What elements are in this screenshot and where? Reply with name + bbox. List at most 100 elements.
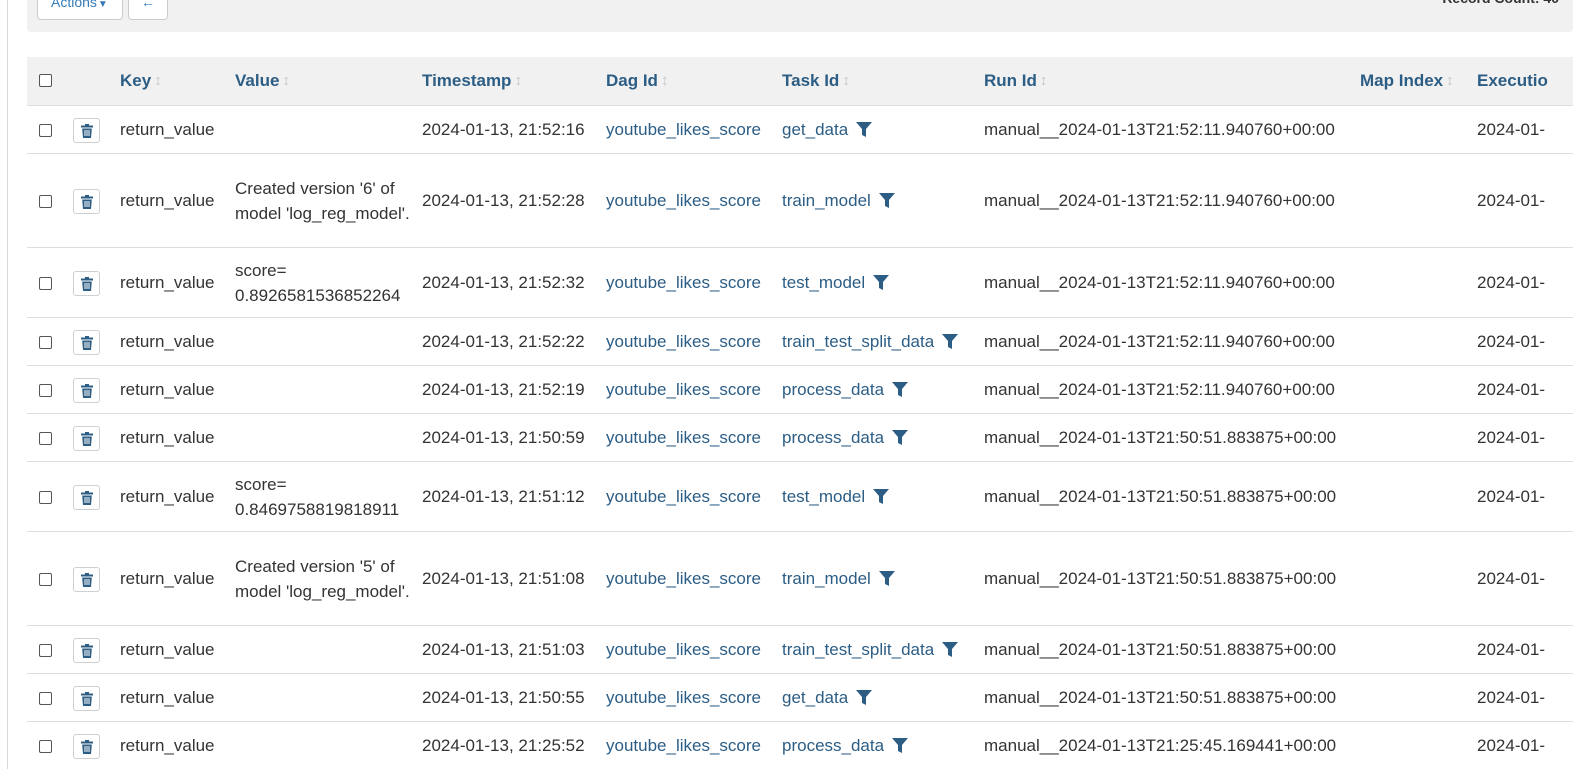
cell-dag-id[interactable]: youtube_likes_score xyxy=(606,532,761,625)
cell-value: score= 0.8469758819818911 xyxy=(235,462,410,531)
cell-key: return_value xyxy=(120,462,215,531)
cell-timestamp-text: 2024-01-13, 21:52:32 xyxy=(422,272,585,292)
cell-dag-id[interactable]: youtube_likes_score xyxy=(606,154,761,247)
cell-dag-id[interactable]: youtube_likes_score xyxy=(606,106,761,153)
trash-icon xyxy=(80,431,93,446)
row-checkbox[interactable] xyxy=(39,740,52,753)
cell-execution-date: 2024-01- xyxy=(1477,722,1545,769)
cell-timestamp-text: 2024-01-13, 21:25:52 xyxy=(422,735,585,755)
column-header-dag-id[interactable]: Dag Id ↕ xyxy=(606,57,668,105)
delete-record-button[interactable] xyxy=(73,118,100,143)
cell-value xyxy=(235,106,410,153)
column-header-map-index[interactable]: Map Index ↕ xyxy=(1360,57,1454,105)
delete-record-button[interactable] xyxy=(73,567,100,592)
filter-icon[interactable] xyxy=(942,333,959,350)
cell-key: return_value xyxy=(120,414,215,461)
filter-icon[interactable] xyxy=(856,689,873,706)
delete-record-button[interactable] xyxy=(73,638,100,663)
delete-record-button[interactable] xyxy=(73,485,100,510)
row-checkbox[interactable] xyxy=(39,336,52,349)
filter-icon[interactable] xyxy=(942,641,959,658)
cell-dag-id[interactable]: youtube_likes_score xyxy=(606,674,761,721)
row-checkbox[interactable] xyxy=(39,644,52,657)
row-checkbox[interactable] xyxy=(39,573,52,586)
row-checkbox[interactable] xyxy=(39,432,52,445)
actions-dropdown-button[interactable]: Actions▼ xyxy=(37,0,123,20)
trash-icon xyxy=(80,490,93,505)
cell-task-id[interactable]: train_model xyxy=(782,154,895,247)
filter-icon[interactable] xyxy=(873,274,890,291)
row-checkbox[interactable] xyxy=(39,384,52,397)
left-border xyxy=(7,0,8,769)
cell-run-id: manual__2024-01-13T21:52:11.940760+00:00 xyxy=(984,248,1335,317)
cell-run-id-text: manual__2024-01-13T21:52:11.940760+00:00 xyxy=(984,331,1335,351)
cell-key: return_value xyxy=(120,722,215,769)
column-header-task-id[interactable]: Task Id ↕ xyxy=(782,57,850,105)
select-all-checkbox[interactable] xyxy=(39,74,52,87)
column-header-value[interactable]: Value ↕ xyxy=(235,57,290,105)
column-header-label: Timestamp xyxy=(422,71,512,90)
cell-dag-id[interactable]: youtube_likes_score xyxy=(606,414,761,461)
cell-task-id[interactable]: train_model xyxy=(782,532,895,625)
cell-run-id: manual__2024-01-13T21:52:11.940760+00:00 xyxy=(984,366,1335,413)
column-header-label: Value xyxy=(235,71,280,90)
filter-icon[interactable] xyxy=(856,121,873,138)
cell-value-text: Created version '6' of model 'log_reg_mo… xyxy=(235,178,410,223)
delete-record-button[interactable] xyxy=(73,271,100,296)
delete-record-button[interactable] xyxy=(73,330,100,355)
cell-task-id[interactable]: get_data xyxy=(782,674,873,721)
row-checkbox[interactable] xyxy=(39,491,52,504)
cell-execution-date: 2024-01- xyxy=(1477,318,1545,365)
cell-task-id-text: train_model xyxy=(782,190,871,210)
column-header-key[interactable]: Key ↕ xyxy=(120,57,162,105)
cell-task-id[interactable]: train_test_split_data xyxy=(782,626,959,673)
row-checkbox[interactable] xyxy=(39,277,52,290)
cell-task-id[interactable]: test_model xyxy=(782,248,890,317)
cell-key-text: return_value xyxy=(120,568,215,588)
filter-icon[interactable] xyxy=(892,381,909,398)
filter-icon[interactable] xyxy=(892,737,909,754)
cell-timestamp-text: 2024-01-13, 21:52:28 xyxy=(422,190,585,210)
cell-task-id[interactable]: process_data xyxy=(782,366,909,413)
delete-record-button[interactable] xyxy=(73,734,100,759)
column-header-execution-date[interactable]: Executio xyxy=(1477,57,1548,105)
cell-dag-id[interactable]: youtube_likes_score xyxy=(606,722,761,769)
table-row: return_value score= 0.8926581536852264 202… xyxy=(27,248,1573,318)
cell-dag-id[interactable]: youtube_likes_score xyxy=(606,626,761,673)
column-header-run-id[interactable]: Run Id ↕ xyxy=(984,57,1047,105)
cell-run-id-text: manual__2024-01-13T21:52:11.940760+00:00 xyxy=(984,379,1335,399)
cell-task-id[interactable]: process_data xyxy=(782,722,909,769)
row-checkbox[interactable] xyxy=(39,692,52,705)
filter-icon[interactable] xyxy=(873,488,890,505)
cell-dag-id[interactable]: youtube_likes_score xyxy=(606,366,761,413)
delete-record-button[interactable] xyxy=(73,426,100,451)
cell-key-text: return_value xyxy=(120,735,215,755)
filter-icon[interactable] xyxy=(892,429,909,446)
filter-icon[interactable] xyxy=(878,570,895,587)
cell-dag-id[interactable]: youtube_likes_score xyxy=(606,462,761,531)
filter-icon[interactable] xyxy=(878,192,895,209)
cell-execution-date: 2024-01- xyxy=(1477,414,1545,461)
cell-value-text: Created version '5' of model 'log_reg_mo… xyxy=(235,556,410,601)
cell-execution-date: 2024-01- xyxy=(1477,674,1545,721)
delete-record-button[interactable] xyxy=(73,378,100,403)
delete-record-button[interactable] xyxy=(73,189,100,214)
delete-record-button[interactable] xyxy=(73,686,100,711)
row-checkbox[interactable] xyxy=(39,124,52,137)
column-header-timestamp[interactable]: Timestamp ↕ xyxy=(422,57,522,105)
cell-dag-id[interactable]: youtube_likes_score xyxy=(606,248,761,317)
row-checkbox[interactable] xyxy=(39,195,52,208)
cell-task-id[interactable]: train_test_split_data xyxy=(782,318,959,365)
cell-timestamp: 2024-01-13, 21:52:19 xyxy=(422,366,585,413)
cell-task-id[interactable]: get_data xyxy=(782,106,873,153)
cell-execution-date-text: 2024-01- xyxy=(1477,427,1546,447)
cell-dag-id[interactable]: youtube_likes_score xyxy=(606,318,761,365)
cell-timestamp: 2024-01-13, 21:25:52 xyxy=(422,722,585,769)
back-button[interactable]: ← xyxy=(128,0,168,20)
cell-execution-date: 2024-01- xyxy=(1477,626,1545,673)
cell-run-id-text: manual__2024-01-13T21:50:51.883875+00:00 xyxy=(984,486,1337,506)
cell-task-id[interactable]: process_data xyxy=(782,414,909,461)
cell-dag-id-text: youtube_likes_score xyxy=(606,568,761,588)
cell-task-id[interactable]: test_model xyxy=(782,462,890,531)
cell-value-text: score= 0.8469758819818911 xyxy=(235,474,400,519)
